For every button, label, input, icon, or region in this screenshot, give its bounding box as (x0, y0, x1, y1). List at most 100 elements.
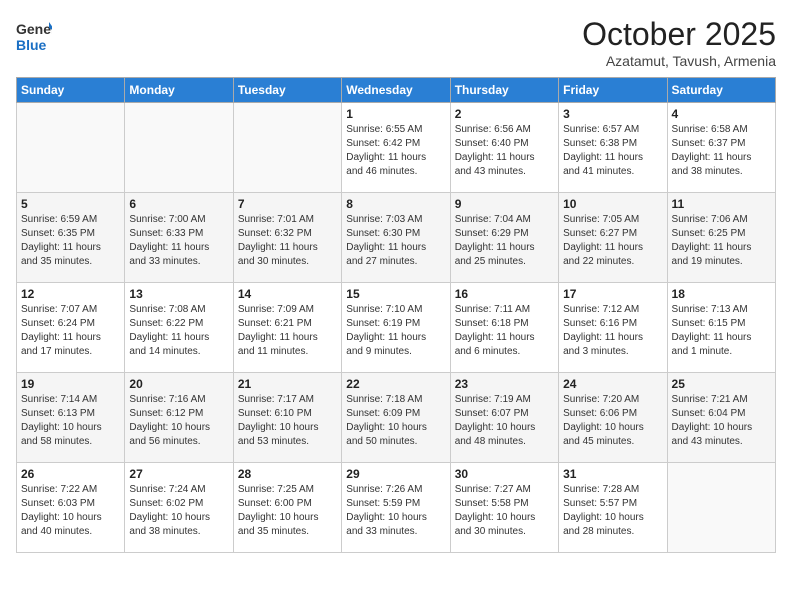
svg-text:General: General (16, 21, 52, 37)
day-number: 30 (455, 467, 554, 481)
day-number: 14 (238, 287, 337, 301)
day-info: Sunrise: 7:28 AM Sunset: 5:57 PM Dayligh… (563, 483, 662, 539)
calendar-cell (125, 103, 233, 193)
calendar-cell: 28 Sunrise: 7:25 AM Sunset: 6:00 PM Dayli… (233, 463, 341, 553)
day-info: Sunrise: 7:07 AM Sunset: 6:24 PM Dayligh… (21, 303, 120, 359)
calendar-cell (17, 103, 125, 193)
day-info: Sunrise: 7:10 AM Sunset: 6:19 PM Dayligh… (346, 303, 445, 359)
logo-svg: General Blue (16, 16, 52, 56)
day-number: 7 (238, 197, 337, 211)
calendar-cell: 27 Sunrise: 7:24 AM Sunset: 6:02 PM Dayli… (125, 463, 233, 553)
calendar-week-row: 12 Sunrise: 7:07 AM Sunset: 6:24 PM Dayli… (17, 283, 776, 373)
day-number: 1 (346, 107, 445, 121)
day-number: 17 (563, 287, 662, 301)
day-info: Sunrise: 7:06 AM Sunset: 6:25 PM Dayligh… (672, 213, 771, 269)
day-info: Sunrise: 6:57 AM Sunset: 6:38 PM Dayligh… (563, 123, 662, 179)
day-number: 29 (346, 467, 445, 481)
day-number: 19 (21, 377, 120, 391)
weekday-header-saturday: Saturday (667, 78, 775, 103)
day-number: 21 (238, 377, 337, 391)
calendar-cell: 17 Sunrise: 7:12 AM Sunset: 6:16 PM Dayli… (559, 283, 667, 373)
day-info: Sunrise: 7:13 AM Sunset: 6:15 PM Dayligh… (672, 303, 771, 359)
calendar-week-row: 1Sunrise: 6:55 AM Sunset: 6:42 PM Daylig… (17, 103, 776, 193)
calendar-cell: 19 Sunrise: 7:14 AM Sunset: 6:13 PM Dayli… (17, 373, 125, 463)
calendar-cell: 29 Sunrise: 7:26 AM Sunset: 5:59 PM Dayli… (342, 463, 450, 553)
day-number: 8 (346, 197, 445, 211)
day-number: 24 (563, 377, 662, 391)
day-number: 6 (129, 197, 228, 211)
month-title: October 2025 (582, 16, 776, 53)
calendar-cell: 20Sunrise: 7:16 AM Sunset: 6:12 PM Dayli… (125, 373, 233, 463)
calendar-cell: 7Sunrise: 7:01 AM Sunset: 6:32 PM Daylig… (233, 193, 341, 283)
day-info: Sunrise: 6:59 AM Sunset: 6:35 PM Dayligh… (21, 213, 120, 269)
day-info: Sunrise: 7:21 AM Sunset: 6:04 PM Dayligh… (672, 393, 771, 449)
calendar-week-row: 26 Sunrise: 7:22 AM Sunset: 6:03 PM Dayli… (17, 463, 776, 553)
day-number: 25 (672, 377, 771, 391)
day-info: Sunrise: 7:03 AM Sunset: 6:30 PM Dayligh… (346, 213, 445, 269)
calendar-cell: 22 Sunrise: 7:18 AM Sunset: 6:09 PM Dayli… (342, 373, 450, 463)
day-number: 27 (129, 467, 228, 481)
day-info: Sunrise: 7:14 AM Sunset: 6:13 PM Dayligh… (21, 393, 120, 449)
weekday-header-tuesday: Tuesday (233, 78, 341, 103)
day-info: Sunrise: 7:22 AM Sunset: 6:03 PM Dayligh… (21, 483, 120, 539)
calendar-cell: 2Sunrise: 6:56 AM Sunset: 6:40 PM Daylig… (450, 103, 558, 193)
day-info: Sunrise: 7:18 AM Sunset: 6:09 PM Dayligh… (346, 393, 445, 449)
calendar-cell: 23 Sunrise: 7:19 AM Sunset: 6:07 PM Dayli… (450, 373, 558, 463)
calendar-cell: 3Sunrise: 6:57 AM Sunset: 6:38 PM Daylig… (559, 103, 667, 193)
calendar-cell: 15 Sunrise: 7:10 AM Sunset: 6:19 PM Dayli… (342, 283, 450, 373)
calendar-cell: 13 Sunrise: 7:08 AM Sunset: 6:22 PM Dayli… (125, 283, 233, 373)
calendar-cell: 18Sunrise: 7:13 AM Sunset: 6:15 PM Dayli… (667, 283, 775, 373)
day-number: 12 (21, 287, 120, 301)
calendar-cell: 8 Sunrise: 7:03 AM Sunset: 6:30 PM Daylig… (342, 193, 450, 283)
calendar-cell: 5 Sunrise: 6:59 AM Sunset: 6:35 PM Daylig… (17, 193, 125, 283)
day-info: Sunrise: 6:56 AM Sunset: 6:40 PM Dayligh… (455, 123, 554, 179)
day-info: Sunrise: 7:09 AM Sunset: 6:21 PM Dayligh… (238, 303, 337, 359)
calendar-cell: 1Sunrise: 6:55 AM Sunset: 6:42 PM Daylig… (342, 103, 450, 193)
calendar-cell: 11Sunrise: 7:06 AM Sunset: 6:25 PM Dayli… (667, 193, 775, 283)
day-info: Sunrise: 7:27 AM Sunset: 5:58 PM Dayligh… (455, 483, 554, 539)
day-info: Sunrise: 7:26 AM Sunset: 5:59 PM Dayligh… (346, 483, 445, 539)
day-number: 15 (346, 287, 445, 301)
calendar-cell: 6 Sunrise: 7:00 AM Sunset: 6:33 PM Daylig… (125, 193, 233, 283)
day-info: Sunrise: 7:24 AM Sunset: 6:02 PM Dayligh… (129, 483, 228, 539)
weekday-header-row: SundayMondayTuesdayWednesdayThursdayFrid… (17, 78, 776, 103)
calendar-cell: 21 Sunrise: 7:17 AM Sunset: 6:10 PM Dayli… (233, 373, 341, 463)
day-info: Sunrise: 7:04 AM Sunset: 6:29 PM Dayligh… (455, 213, 554, 269)
weekday-header-wednesday: Wednesday (342, 78, 450, 103)
calendar-cell: 12 Sunrise: 7:07 AM Sunset: 6:24 PM Dayli… (17, 283, 125, 373)
day-number: 22 (346, 377, 445, 391)
calendar-table: SundayMondayTuesdayWednesdayThursdayFrid… (16, 77, 776, 553)
logo: General Blue (16, 16, 52, 56)
day-info: Sunrise: 7:00 AM Sunset: 6:33 PM Dayligh… (129, 213, 228, 269)
day-info: Sunrise: 7:17 AM Sunset: 6:10 PM Dayligh… (238, 393, 337, 449)
svg-text:Blue: Blue (16, 37, 47, 53)
day-info: Sunrise: 7:12 AM Sunset: 6:16 PM Dayligh… (563, 303, 662, 359)
calendar-cell: 25 Sunrise: 7:21 AM Sunset: 6:04 PM Dayli… (667, 373, 775, 463)
day-info: Sunrise: 6:58 AM Sunset: 6:37 PM Dayligh… (672, 123, 771, 179)
calendar-cell: 26 Sunrise: 7:22 AM Sunset: 6:03 PM Dayli… (17, 463, 125, 553)
day-number: 28 (238, 467, 337, 481)
day-info: Sunrise: 7:16 AM Sunset: 6:12 PM Dayligh… (129, 393, 228, 449)
day-number: 10 (563, 197, 662, 211)
calendar-cell: 24 Sunrise: 7:20 AM Sunset: 6:06 PM Dayli… (559, 373, 667, 463)
calendar-cell: 30 Sunrise: 7:27 AM Sunset: 5:58 PM Dayli… (450, 463, 558, 553)
day-number: 16 (455, 287, 554, 301)
day-info: Sunrise: 7:20 AM Sunset: 6:06 PM Dayligh… (563, 393, 662, 449)
calendar-cell: 31Sunrise: 7:28 AM Sunset: 5:57 PM Dayli… (559, 463, 667, 553)
calendar-cell: 16Sunrise: 7:11 AM Sunset: 6:18 PM Dayli… (450, 283, 558, 373)
calendar-cell (233, 103, 341, 193)
day-number: 5 (21, 197, 120, 211)
day-info: Sunrise: 7:19 AM Sunset: 6:07 PM Dayligh… (455, 393, 554, 449)
location-subtitle: Azatamut, Tavush, Armenia (582, 53, 776, 69)
day-number: 26 (21, 467, 120, 481)
calendar-cell: 4Sunrise: 6:58 AM Sunset: 6:37 PM Daylig… (667, 103, 775, 193)
day-info: Sunrise: 7:08 AM Sunset: 6:22 PM Dayligh… (129, 303, 228, 359)
day-info: Sunrise: 7:25 AM Sunset: 6:00 PM Dayligh… (238, 483, 337, 539)
weekday-header-friday: Friday (559, 78, 667, 103)
day-info: Sunrise: 7:05 AM Sunset: 6:27 PM Dayligh… (563, 213, 662, 269)
weekday-header-thursday: Thursday (450, 78, 558, 103)
day-number: 13 (129, 287, 228, 301)
day-number: 23 (455, 377, 554, 391)
day-number: 9 (455, 197, 554, 211)
title-block: October 2025 Azatamut, Tavush, Armenia (582, 16, 776, 69)
